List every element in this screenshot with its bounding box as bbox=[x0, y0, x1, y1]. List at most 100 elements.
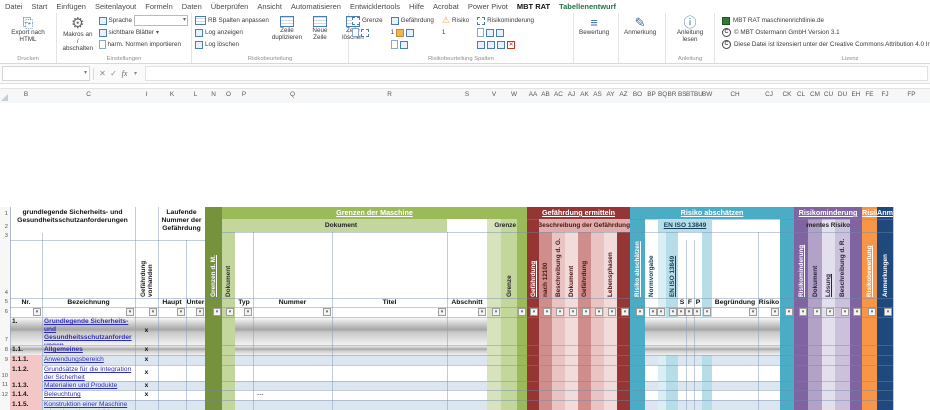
cell-nummer[interactable]: --- bbox=[255, 391, 325, 401]
log-anzeigen-button[interactable]: Log anzeigen bbox=[195, 27, 269, 38]
cell-gefaehrdung-vorhanden[interactable]: x bbox=[135, 317, 158, 345]
row-number-2[interactable]: 2 bbox=[0, 224, 8, 230]
filter-dropdown-Q[interactable]: ▾ bbox=[323, 308, 331, 316]
list-icon[interactable] bbox=[400, 41, 408, 49]
filter-dropdown-CH[interactable]: ▾ bbox=[749, 308, 757, 316]
filter-dropdown-P[interactable]: ▾ bbox=[244, 308, 252, 316]
tab-ansicht[interactable]: Ansicht bbox=[257, 2, 282, 11]
filter-dropdown-BU[interactable]: ▾ bbox=[693, 308, 701, 316]
gefaehrdung-toggle-button[interactable]: Gefährdung bbox=[391, 15, 434, 26]
insert-function-icon[interactable]: fx bbox=[119, 69, 130, 78]
cell-nr[interactable]: 1.1. bbox=[10, 345, 42, 355]
header-laufende-nummer[interactable]: Laufende Nummer der Gefährdung bbox=[158, 209, 205, 239]
column-header-CM[interactable]: CM bbox=[808, 91, 822, 98]
column-header-AZ[interactable]: AZ bbox=[617, 91, 630, 98]
filter-dropdown-FJ[interactable]: ▾ bbox=[884, 308, 892, 316]
tab-automatisieren[interactable]: Automatisieren bbox=[291, 2, 341, 11]
filter-dropdown-R[interactable]: ▾ bbox=[438, 308, 446, 316]
tab-acrobat[interactable]: Acrobat bbox=[433, 2, 459, 11]
column-header-FP[interactable]: FP bbox=[893, 91, 930, 98]
filter-dropdown-CL[interactable]: ▾ bbox=[799, 308, 807, 316]
tab-mbt-rat[interactable]: MBT RAT bbox=[517, 2, 550, 11]
bewertung-button[interactable]: ≡ Bewertung bbox=[577, 15, 611, 38]
row-number-5[interactable]: 5 bbox=[0, 299, 8, 305]
tab-einf-gen[interactable]: Einfügen bbox=[56, 2, 86, 11]
filter-dropdown-BQ[interactable]: ▾ bbox=[657, 308, 665, 316]
colhead-unter[interactable]: Unter bbox=[186, 298, 205, 307]
rotated-header-gef-hrdung[interactable]: Gefährdung bbox=[530, 221, 537, 297]
row-number-1[interactable]: 1 bbox=[0, 211, 8, 217]
filter-dropdown-L[interactable]: ▾ bbox=[196, 308, 204, 316]
rotated-header-lebensphasen[interactable]: Lebensphasen bbox=[607, 231, 614, 297]
clipboard-icon[interactable] bbox=[396, 29, 404, 37]
rotated-header-gef-hrdung-vorhanden[interactable]: Gefährdung vorhanden bbox=[140, 235, 154, 297]
header-bsg[interactable]: grundlegende Sicherheits- und Gesundheit… bbox=[10, 209, 135, 235]
cell-nr[interactable]: 1.1.3. bbox=[10, 381, 42, 390]
cell-gefaehrdung-vorhanden[interactable]: x bbox=[135, 400, 158, 410]
filter-dropdown-V[interactable]: ▾ bbox=[492, 308, 500, 316]
filter-dropdown-S[interactable]: ▾ bbox=[478, 308, 486, 316]
selection-icon[interactable] bbox=[361, 29, 369, 37]
section-anmerkungen[interactable]: Anmerkungen bbox=[877, 207, 893, 219]
filter-dropdown-AK[interactable]: ▾ bbox=[582, 308, 590, 316]
colhead-begruendung[interactable]: Begründung bbox=[712, 298, 758, 307]
cell-bezeichnung-link[interactable]: Grundsätze für die Integration der Siche… bbox=[42, 365, 135, 381]
column-header-AC[interactable]: AC bbox=[552, 91, 565, 98]
tab-hilfe[interactable]: Hilfe bbox=[409, 2, 424, 11]
select-all-corner[interactable] bbox=[1, 94, 8, 101]
rotated-header-gef-hrdung[interactable]: Gefährdung bbox=[581, 235, 588, 297]
remove-icon[interactable]: ✕ bbox=[507, 41, 515, 49]
colhead-haupt[interactable]: Haupt bbox=[158, 298, 186, 307]
column-header-CU[interactable]: CU bbox=[822, 91, 835, 98]
column-header-AB[interactable]: AB bbox=[539, 91, 552, 98]
colhead-titel[interactable]: Titel bbox=[332, 298, 447, 307]
risiko-toggle-button[interactable]: ⚠ Risiko bbox=[442, 15, 469, 26]
row-number-4[interactable]: 4 bbox=[0, 290, 8, 296]
cell-gefaehrdung-vorhanden[interactable]: x bbox=[135, 381, 158, 390]
rotated-header-dokument[interactable]: Dokument bbox=[225, 219, 232, 297]
neue-zeile-button[interactable]: Neue Zeile bbox=[305, 15, 335, 43]
zeile-duplizieren-button[interactable]: Zeile duplizieren bbox=[272, 15, 302, 43]
cell-nr[interactable]: 1.1.4. bbox=[10, 390, 42, 400]
row-number-10[interactable]: 10 bbox=[0, 373, 8, 379]
filter-dropdown-AC[interactable]: ▾ bbox=[556, 308, 564, 316]
tab-tabellenentwurf[interactable]: Tabellenentwurf bbox=[559, 2, 616, 11]
log-loeschen-button[interactable]: Log löschen bbox=[195, 39, 269, 50]
enter-icon[interactable]: ✓ bbox=[108, 69, 119, 78]
filter-dropdown-AB[interactable]: ▾ bbox=[543, 308, 551, 316]
column-header-BS[interactable]: BS bbox=[678, 91, 686, 98]
filter-dropdown-DU[interactable]: ▾ bbox=[841, 308, 849, 316]
column-header-CH[interactable]: CH bbox=[712, 91, 758, 98]
tab--berpr-fen[interactable]: Überprüfen bbox=[211, 2, 249, 11]
link-icon[interactable] bbox=[406, 29, 414, 37]
filter-dropdown-AA[interactable]: ▾ bbox=[530, 308, 538, 316]
column-header-AS[interactable]: AS bbox=[591, 91, 604, 98]
cell-gefaehrdung-vorhanden[interactable]: x bbox=[135, 365, 158, 381]
anleitung-lesen-button[interactable]: ⓘ Anleitung lesen bbox=[669, 15, 711, 45]
colhead-f[interactable]: F bbox=[686, 298, 694, 307]
risiko-count[interactable]: 1 bbox=[442, 29, 446, 36]
colhead-nr[interactable]: Nr. bbox=[10, 298, 42, 307]
rotated-header-beschreibung-d-r-[interactable]: Beschreibung d. R. bbox=[839, 229, 846, 297]
column-header-BR[interactable]: BR bbox=[666, 91, 678, 98]
anmerkung-button[interactable]: ✎ Anmerkung bbox=[622, 15, 658, 38]
cell-bezeichnung-link[interactable]: Grundlegende Sicherheits- und Gesundheit… bbox=[42, 317, 135, 345]
column-header-I[interactable]: I bbox=[135, 91, 158, 98]
grenze-toggle-button[interactable]: Grenze bbox=[352, 15, 383, 26]
cell-bezeichnung-link[interactable]: Konstruktion einer Maschine oder eines d… bbox=[42, 400, 135, 410]
makros-button[interactable]: ⚙ Makros an / abschalten bbox=[60, 15, 96, 53]
column-header-C[interactable]: C bbox=[42, 91, 135, 98]
column-header-BU[interactable]: BU bbox=[694, 91, 702, 98]
filter-dropdown-CU[interactable]: ▾ bbox=[826, 308, 834, 316]
page-icon[interactable] bbox=[352, 28, 359, 37]
column-header-N[interactable]: N bbox=[205, 91, 222, 98]
risikominderung-toggle-button[interactable]: Risikominderung bbox=[477, 15, 534, 26]
column-header-BO[interactable]: BO bbox=[630, 91, 645, 98]
filter-dropdown-CJ[interactable]: ▾ bbox=[771, 308, 779, 316]
tab-daten[interactable]: Daten bbox=[182, 2, 202, 11]
rotated-header-anmerkungen[interactable]: Anmerkungen bbox=[882, 227, 889, 297]
filter-dropdown-FE[interactable]: ▾ bbox=[868, 308, 876, 316]
header-dokument[interactable]: Dokument bbox=[235, 219, 447, 232]
column-header-DU[interactable]: DU bbox=[835, 91, 850, 98]
filter-dropdown-K[interactable]: ▾ bbox=[177, 308, 185, 316]
